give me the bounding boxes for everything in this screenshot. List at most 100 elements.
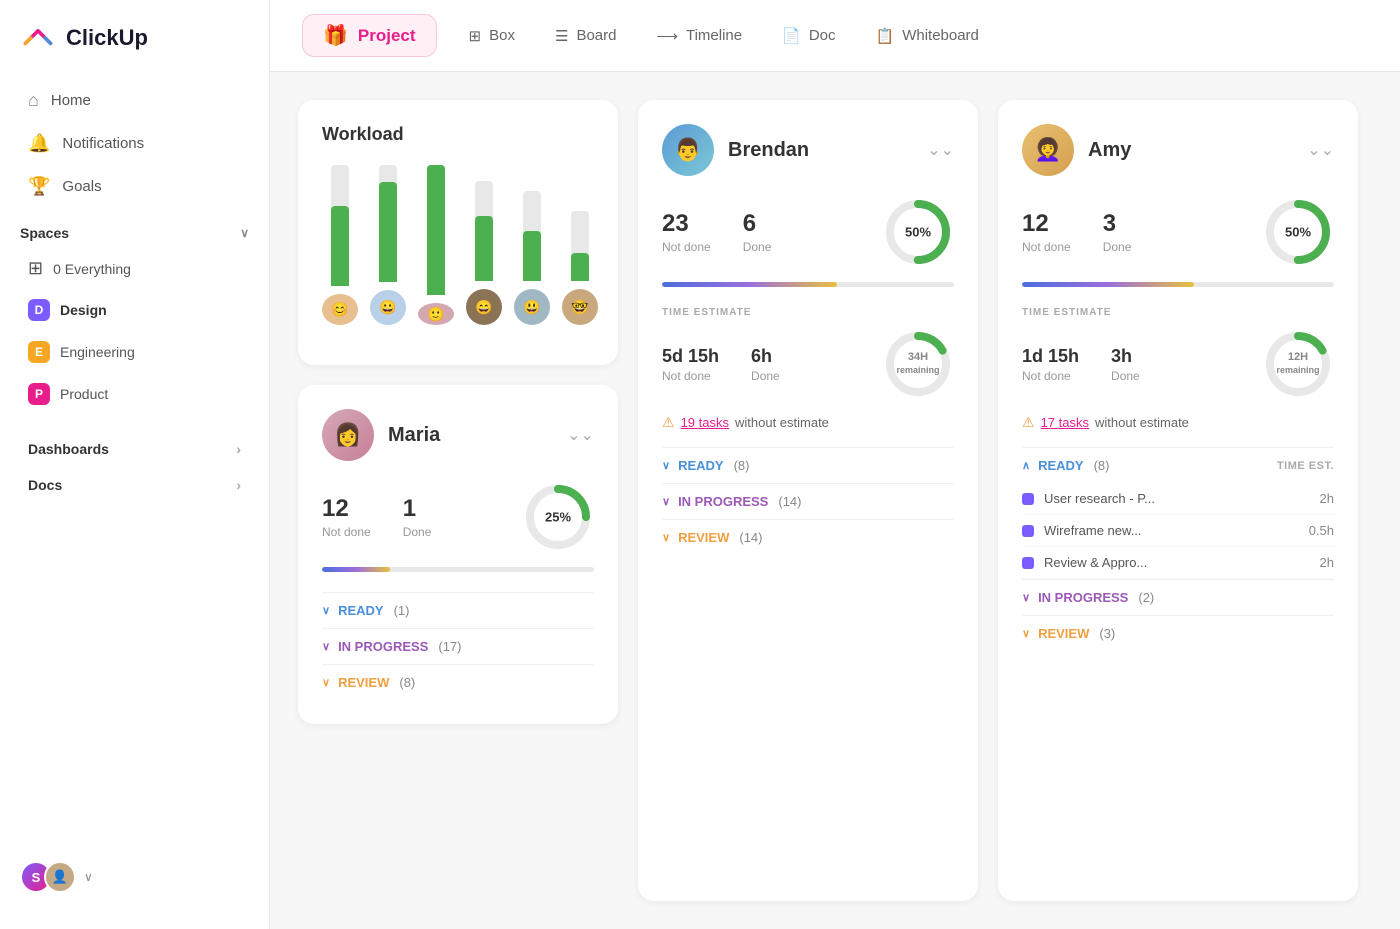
maria-card: 👩 Maria ⌄⌄ 12 Not done 1 Done [298, 385, 618, 724]
bar-col-4: 😄 [466, 165, 502, 325]
sidebar: ClickUp ⌂ Home 🔔 Notifications 🏆 Goals S… [0, 0, 270, 929]
brendan-ready-toggle[interactable]: ∨ READY (8) [662, 447, 954, 483]
maria-not-done-stat: 12 Not done [322, 495, 371, 539]
maria-done-value: 1 [403, 495, 432, 523]
maria-progress-fill [322, 567, 390, 572]
bell-icon: 🔔 [28, 133, 50, 154]
sidebar-item-docs[interactable]: Docs › [8, 468, 261, 502]
tab-project[interactable]: 🎁 Project [302, 14, 437, 57]
content-area: Workload 😊 😀 [270, 72, 1400, 929]
sidebar-item-notifications[interactable]: 🔔 Notifications [8, 123, 261, 164]
docs-label: Docs [28, 477, 62, 493]
sidebar-item-everything[interactable]: ⊞ 0 Everything [8, 249, 261, 288]
home-icon: ⌂ [28, 90, 39, 111]
sidebar-bottom: S 👤 ∨ [0, 845, 269, 909]
brendan-time-donut: 34Hremaining [882, 328, 954, 400]
tab-doc[interactable]: 📄 Doc [766, 19, 851, 53]
brendan-header: 👨 Brendan ⌄⌄ [662, 124, 954, 176]
amy-review-toggle[interactable]: ∨ REVIEW (3) [1022, 615, 1334, 651]
amy-review-arrow-icon: ∨ [1022, 627, 1030, 640]
tab-board[interactable]: ☰ Board [539, 19, 632, 53]
amy-inprogress-toggle[interactable]: ∨ IN PROGRESS (2) [1022, 579, 1334, 615]
sidebar-item-goals[interactable]: 🏆 Goals [8, 166, 261, 207]
logo[interactable]: ClickUp [0, 20, 269, 80]
brendan-review-toggle[interactable]: ∨ REVIEW (14) [662, 519, 954, 555]
box-icon: ⊞ [469, 27, 482, 45]
maria-inprogress-toggle[interactable]: ∨ IN PROGRESS (17) [322, 628, 594, 664]
bar-fill-5 [523, 231, 541, 281]
maria-progress-bar [322, 567, 594, 572]
amy-done-time: 3h [1111, 346, 1140, 367]
doc-icon: 📄 [782, 27, 801, 45]
engineering-badge: E [28, 341, 50, 363]
bar-bg-2 [379, 165, 397, 282]
tab-box[interactable]: ⊞ Box [453, 19, 531, 53]
maria-ready-label: READY [338, 603, 384, 618]
brendan-inprogress-toggle[interactable]: ∨ IN PROGRESS (14) [662, 483, 954, 519]
brendan-review-label: REVIEW [678, 530, 729, 545]
sidebar-item-design-label: Design [60, 302, 107, 318]
maria-inprogress-arrow-icon: ∨ [322, 640, 330, 653]
brendan-review-arrow-icon: ∨ [662, 531, 670, 544]
tab-box-label: Box [489, 27, 515, 44]
amy-done-time-stat: 3h Done [1111, 346, 1140, 383]
amy-inprogress-label: IN PROGRESS [1038, 590, 1128, 605]
brendan-not-done-time-stat: 5d 15h Not done [662, 346, 719, 383]
workload-title: Workload [322, 124, 594, 145]
brendan-ready-label: READY [678, 458, 724, 473]
brendan-stats: 23 Not done 6 Done 50% [662, 196, 954, 268]
brendan-tasks-link[interactable]: 19 tasks [681, 415, 729, 430]
brendan-not-done-label: Not done [662, 240, 711, 254]
brendan-not-done-stat: 23 Not done [662, 210, 711, 254]
maria-review-label: REVIEW [338, 675, 389, 690]
sidebar-item-home-label: Home [51, 92, 91, 109]
brendan-review-count: (14) [739, 530, 762, 545]
sidebar-item-goals-label: Goals [62, 178, 101, 195]
product-badge: P [28, 383, 50, 405]
amy-task-3: Review & Appro... 2h [1022, 547, 1334, 579]
bar-avatar-6: 🤓 [562, 289, 598, 325]
everything-icon: ⊞ [28, 258, 43, 279]
amy-not-done-time: 1d 15h [1022, 346, 1079, 367]
maria-ready-count: (1) [394, 603, 410, 618]
amy-done-label: Done [1103, 240, 1132, 254]
user-chevron-icon[interactable]: ∨ [84, 870, 93, 884]
sidebar-item-design[interactable]: D Design [8, 290, 261, 330]
project-icon: 🎁 [323, 23, 348, 48]
amy-review-count: (3) [1099, 626, 1115, 641]
brendan-done-label: Done [743, 240, 772, 254]
workload-card: Workload 😊 😀 [298, 100, 618, 365]
tab-whiteboard[interactable]: 📋 Whiteboard [860, 19, 995, 53]
brendan-avatar: 👨 [662, 124, 714, 176]
sidebar-item-dashboards[interactable]: Dashboards › [8, 432, 261, 466]
task-dot-1 [1022, 493, 1034, 505]
maria-ready-toggle[interactable]: ∨ READY (1) [322, 592, 594, 628]
amy-tasks-link[interactable]: 17 tasks [1041, 415, 1089, 430]
sidebar-item-home[interactable]: ⌂ Home [8, 80, 261, 121]
amy-chevron-icon[interactable]: ⌄⌄ [1307, 140, 1334, 160]
sidebar-item-engineering[interactable]: E Engineering [8, 332, 261, 372]
brendan-time-stats: 5d 15h Not done 6h Done 34Hremaining [662, 328, 954, 400]
maria-chevron-icon[interactable]: ⌄⌄ [567, 425, 594, 445]
amy-task-2-name[interactable]: Wireframe new... [1044, 523, 1294, 538]
bar-avatar-5: 😃 [514, 289, 550, 325]
amy-done-stat: 3 Done [1103, 210, 1132, 254]
maria-review-toggle[interactable]: ∨ REVIEW (8) [322, 664, 594, 700]
amy-donut: 50% [1262, 196, 1334, 268]
brendan-ready-count: (8) [734, 458, 750, 473]
maria-inprogress-label: IN PROGRESS [338, 639, 428, 654]
amy-task-3-name[interactable]: Review & Appro... [1044, 555, 1294, 570]
brendan-done-value: 6 [743, 210, 772, 238]
amy-task-2: Wireframe new... 0.5h [1022, 515, 1334, 547]
amy-task-1-name[interactable]: User research - P... [1044, 491, 1294, 506]
tab-timeline[interactable]: ⟶ Timeline [640, 19, 758, 53]
spaces-chevron-icon[interactable]: ∨ [240, 226, 249, 240]
design-badge: D [28, 299, 50, 321]
amy-ready-arrow-icon: ∧ [1022, 459, 1030, 472]
brendan-chevron-icon[interactable]: ⌄⌄ [927, 140, 954, 160]
brendan-tasks-suffix: without estimate [735, 415, 829, 430]
spaces-section-header: Spaces ∨ [0, 209, 269, 249]
board-icon: ☰ [555, 27, 568, 45]
brendan-total-time: 34Hremaining [896, 351, 939, 377]
sidebar-item-product[interactable]: P Product [8, 374, 261, 414]
